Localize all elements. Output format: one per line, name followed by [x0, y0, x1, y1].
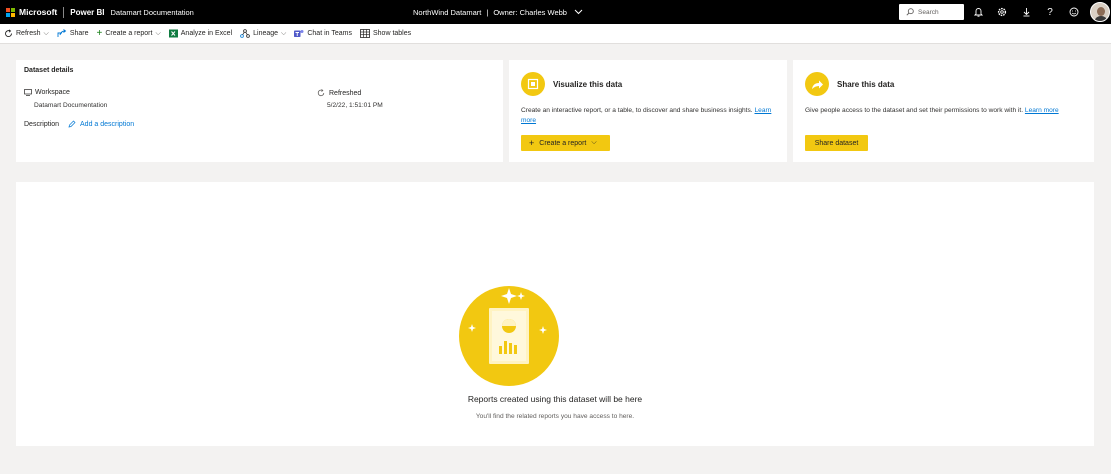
excel-icon — [168, 29, 178, 38]
visualize-learn-more-link[interactable]: Learn — [754, 107, 771, 114]
header-divider — [63, 6, 65, 18]
owner-label: Owner: Charles Webb — [493, 7, 567, 17]
show-tables-button[interactable]: Show tables — [360, 29, 411, 38]
refreshed-value: 5/2/22, 1:51:01 PM — [327, 102, 383, 109]
power-bi-home-link[interactable]: Power BI — [70, 8, 104, 17]
share-learn-more-link[interactable]: Learn more — [1025, 107, 1059, 114]
share-icon — [57, 29, 67, 38]
teams-icon — [294, 29, 304, 38]
empty-reports-subtitle: You'll find the related reports you have… — [475, 413, 635, 420]
add-description-link[interactable]: Add a description — [68, 120, 134, 128]
avatar-face — [1097, 7, 1105, 16]
dataset-details-title: Dataset details — [24, 67, 74, 74]
related-reports-card: Reports created using this dataset will … — [16, 182, 1094, 446]
workspace-label-row: Workspace — [24, 89, 70, 96]
title-separator: | — [486, 7, 489, 17]
chat-teams-button[interactable]: Chat in Teams — [294, 29, 352, 38]
user-avatar[interactable] — [1090, 2, 1110, 22]
share-arrow-icon — [805, 72, 829, 96]
avatar-body — [1094, 16, 1108, 21]
chat-teams-label: Chat in Teams — [307, 30, 352, 37]
share-button[interactable]: Share — [57, 29, 89, 38]
visualize-description: Create an interactive report, or a table… — [521, 106, 785, 126]
add-description-label: Add a description — [80, 120, 135, 128]
feedback-icon[interactable] — [1067, 0, 1081, 24]
search-input[interactable]: Search — [899, 4, 964, 20]
visualize-card: Visualize this data Create an interactiv… — [509, 60, 787, 162]
bell-icon[interactable] — [971, 0, 985, 24]
description-label: Description — [24, 120, 60, 128]
analyze-excel-button[interactable]: Analyze in Excel — [168, 29, 233, 38]
create-report-dropdown-button[interactable]: + Create a report ⌵ — [521, 135, 610, 151]
table-icon — [360, 29, 370, 38]
lineage-button[interactable]: Lineage ⌵ — [240, 29, 286, 38]
create-report-button-label: Create a report — [539, 139, 587, 147]
plus-icon: + — [529, 138, 535, 148]
dataset-details-card: Dataset details Workspace Datamart Docum… — [16, 60, 503, 162]
help-icon[interactable]: ? — [1043, 0, 1057, 24]
chevron-down-icon: ⌵ — [591, 139, 597, 146]
chevron-down-icon: ⌵ — [43, 29, 49, 37]
refresh-label: Refresh — [16, 30, 41, 37]
chevron-down-icon — [574, 8, 583, 17]
visualize-title: Visualize this data — [553, 80, 623, 89]
pencil-icon — [68, 120, 76, 128]
refresh-icon — [4, 29, 13, 38]
search-icon — [906, 8, 914, 16]
visualize-learn-more-link-cont[interactable]: more — [521, 117, 536, 124]
gear-icon[interactable] — [995, 0, 1009, 24]
microsoft-brand[interactable]: Microsoft — [19, 7, 57, 17]
workspace-label: Workspace — [35, 89, 70, 96]
plus-icon: + — [96, 28, 103, 39]
analyze-excel-label: Analyze in Excel — [180, 30, 233, 37]
download-icon[interactable] — [1019, 0, 1033, 24]
workspace-icon — [24, 89, 32, 96]
action-toolbar: Refresh ⌵ Share + Create a report ⌵ Anal… — [0, 24, 1111, 44]
refresh-button[interactable]: Refresh ⌵ — [4, 29, 49, 38]
share-dataset-button[interactable]: Share dataset — [805, 135, 868, 151]
chevron-down-icon: ⌵ — [281, 29, 287, 37]
datamart-title-menu[interactable]: NorthWind Datamart | Owner: Charles Webb — [413, 0, 583, 24]
refresh-icon — [317, 89, 325, 97]
lineage-label: Lineage — [253, 30, 279, 37]
chevron-down-icon: ⌵ — [155, 29, 161, 37]
create-report-button[interactable]: + Create a report ⌵ — [97, 28, 161, 39]
refreshed-label: Refreshed — [329, 89, 362, 97]
create-report-label: Create a report — [105, 30, 153, 37]
share-desc-text: Give people access to the dataset and se… — [805, 107, 1024, 114]
search-placeholder: Search — [918, 8, 939, 16]
share-card: Share this data Give people access to th… — [793, 60, 1094, 162]
datamart-name: NorthWind Datamart — [413, 7, 482, 17]
share-description: Give people access to the dataset and se… — [805, 106, 1090, 116]
microsoft-logo-icon — [6, 7, 15, 17]
workspace-value[interactable]: Datamart Documentation — [34, 102, 107, 109]
item-breadcrumb[interactable]: Datamart Documentation — [110, 8, 193, 17]
share-title: Share this data — [837, 80, 895, 89]
share-label: Share — [69, 30, 89, 37]
visualize-icon — [521, 72, 545, 96]
lineage-icon — [240, 29, 250, 38]
empty-reports-illustration — [459, 286, 559, 386]
refreshed-label-row: Refreshed — [317, 89, 361, 97]
empty-reports-title: Reports created using this dataset will … — [467, 394, 643, 404]
show-tables-label: Show tables — [372, 30, 412, 37]
app-header: Microsoft Power BI Datamart Documentatio… — [0, 0, 1111, 24]
description-row: Description Add a description — [24, 120, 134, 128]
report-document-icon — [468, 288, 547, 364]
share-dataset-label: Share dataset — [814, 139, 859, 147]
visualize-desc-text: Create an interactive report, or a table… — [521, 107, 753, 114]
